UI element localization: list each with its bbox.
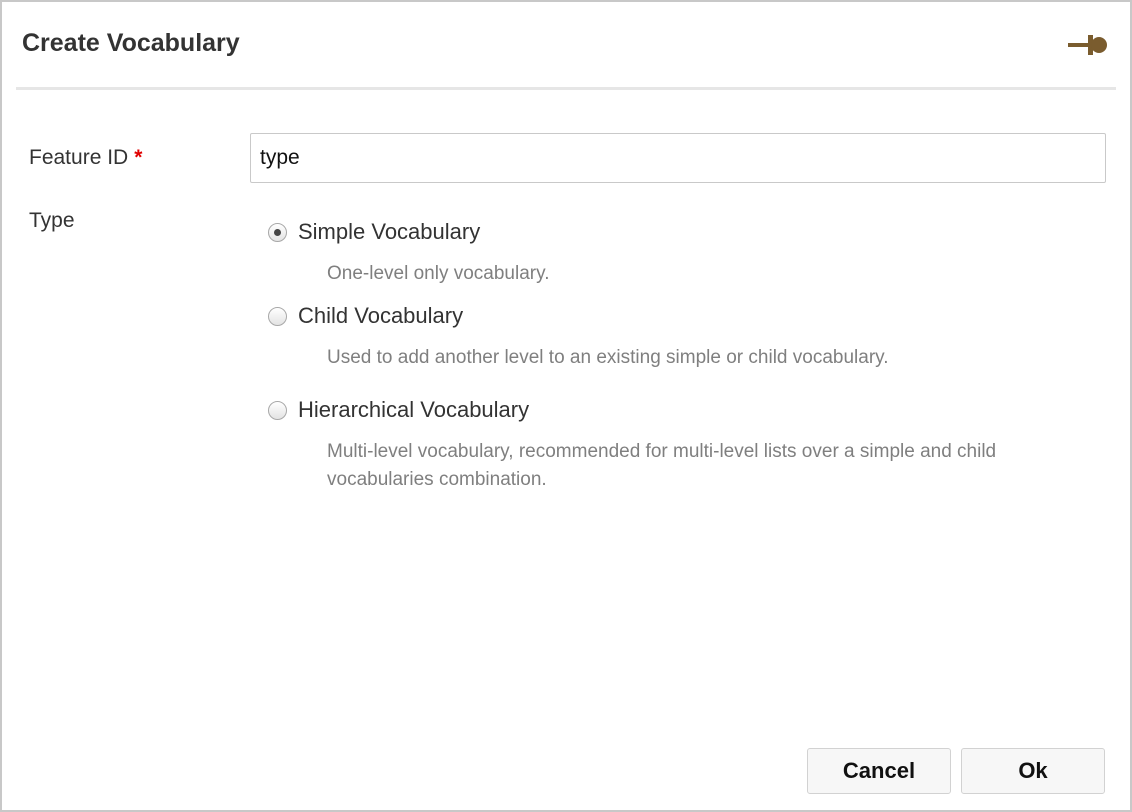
dialog-title: Create Vocabulary	[22, 29, 240, 57]
radio-label-hierarchical: Hierarchical Vocabulary	[298, 397, 530, 422]
feature-id-label-text: Feature ID	[29, 146, 129, 169]
type-label: Type	[29, 209, 75, 232]
radio-hierarchical-vocabulary[interactable]: Hierarchical Vocabulary	[268, 397, 529, 423]
radio-selected-dot	[274, 228, 281, 236]
radio-button-child[interactable]	[268, 306, 287, 326]
ok-button[interactable]: Ok	[961, 748, 1105, 794]
radio-simple-vocabulary[interactable]: Simple Vocabulary	[268, 219, 480, 245]
feature-id-input[interactable]	[250, 133, 1106, 183]
radio-button-simple[interactable]	[268, 222, 287, 242]
create-vocabulary-dialog: Create Vocabulary Feature ID* Type Simpl…	[0, 0, 1132, 812]
description-child: Used to add another level to an existing…	[327, 347, 889, 368]
radio-label-child: Child Vocabulary	[298, 303, 464, 328]
radio-child-vocabulary[interactable]: Child Vocabulary	[268, 303, 463, 329]
dialog-header: Create Vocabulary	[2, 2, 1130, 90]
pin-icon[interactable]	[1068, 32, 1110, 58]
radio-button-hierarchical[interactable]	[268, 400, 287, 420]
header-divider	[16, 87, 1116, 90]
description-hierarchical: Multi-level vocabulary, recommended for …	[327, 441, 997, 490]
radio-label-simple: Simple Vocabulary	[298, 219, 481, 244]
description-simple: One-level only vocabulary.	[327, 263, 550, 284]
required-marker: *	[134, 146, 143, 169]
cancel-button[interactable]: Cancel	[807, 748, 951, 794]
feature-id-label: Feature ID *	[29, 146, 142, 170]
